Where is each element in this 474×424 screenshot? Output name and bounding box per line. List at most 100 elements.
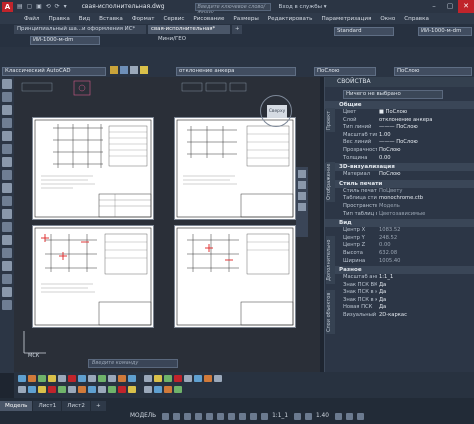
units-icon[interactable] <box>305 412 313 420</box>
cloud-tool-icon[interactable] <box>2 157 12 167</box>
lineweight-icon[interactable] <box>228 412 236 420</box>
hatch-tool-icon[interactable] <box>2 235 12 245</box>
tool-icon[interactable] <box>174 375 182 382</box>
text-style-combo[interactable]: Standard <box>334 27 394 36</box>
point-tool-icon[interactable] <box>2 222 12 232</box>
workspace-combo[interactable]: Классический AutoCAD <box>2 67 106 76</box>
viewcube-top-face[interactable]: Сверху <box>267 105 287 118</box>
tool-icon[interactable] <box>58 375 66 382</box>
tool-icon[interactable] <box>174 386 182 393</box>
prop-row[interactable]: Стиль печати ПоЦвету <box>325 188 474 196</box>
palette-tab-project[interactable]: Проект <box>326 108 335 132</box>
add-layout-button[interactable]: + <box>90 401 106 411</box>
block-insert-icon[interactable] <box>2 196 12 206</box>
prop-row[interactable]: Слой отклонение анкера <box>325 117 474 125</box>
search-input[interactable]: Введите ключевое слово/фразу <box>194 2 271 16</box>
layer-freeze-icon[interactable] <box>120 66 128 74</box>
tool-icon[interactable] <box>108 386 116 393</box>
menu-dimension[interactable]: Размеры <box>233 16 258 22</box>
dimension-tool-icon[interactable] <box>2 300 12 310</box>
section-3d-visualization[interactable]: 3D-визуализация <box>325 163 474 172</box>
menu-view[interactable]: Вид <box>79 16 90 22</box>
tool-icon[interactable] <box>68 386 76 393</box>
tool-icon[interactable] <box>118 375 126 382</box>
tool-icon[interactable] <box>98 386 106 393</box>
fullscreen-icon[interactable] <box>345 412 353 420</box>
quick-access-toolbar[interactable]: ▤ ▢ ▣ ⟲ ⟳ ▾ <box>17 3 68 10</box>
tool-icon[interactable] <box>68 375 76 382</box>
tool-icon[interactable] <box>28 375 36 382</box>
prop-row[interactable]: Пространство...Модель <box>325 203 474 211</box>
menu-draw[interactable]: Рисование <box>193 16 224 22</box>
mini-geo-label[interactable]: Мини/ГЕО <box>158 36 186 42</box>
palette-tab-extra[interactable]: Дополнительно <box>326 236 335 284</box>
tool-icon[interactable] <box>48 375 56 382</box>
tool-icon[interactable] <box>194 375 202 382</box>
ortho-icon[interactable] <box>184 412 192 420</box>
prop-row[interactable]: Высота 632.08 <box>325 250 474 258</box>
spline-tool-icon[interactable] <box>2 170 12 180</box>
selection-combo[interactable]: Ничего не выбрано <box>343 90 443 99</box>
color-combo[interactable]: ПоСлою <box>314 67 376 76</box>
layer-manager-icon[interactable] <box>110 66 118 74</box>
prop-row[interactable]: Новая ПСК Да <box>325 304 474 312</box>
palette-tab-display[interactable]: Отображение <box>326 162 335 202</box>
gradient-tool-icon[interactable] <box>2 248 12 258</box>
tool-icon[interactable] <box>58 386 66 393</box>
tool-icon[interactable] <box>78 386 86 393</box>
polar-icon[interactable] <box>195 412 203 420</box>
rectangle-tool-icon[interactable] <box>2 118 12 128</box>
grid-icon[interactable] <box>162 412 170 420</box>
tab-layout-2[interactable]: Лист2 <box>62 401 90 411</box>
app-menu-icon[interactable]: A <box>2 1 13 12</box>
menu-insert[interactable]: Вставка <box>99 16 123 22</box>
prop-row[interactable]: Визуальный ст...2D-каркас <box>325 312 474 320</box>
prop-row[interactable]: Тип линий ——— ПоСлою <box>325 124 474 132</box>
zoom-icon[interactable] <box>298 181 306 189</box>
tool-icon[interactable] <box>128 386 136 393</box>
orbit-icon[interactable] <box>298 192 306 200</box>
close-button[interactable]: ✕ <box>458 0 474 13</box>
tool-icon[interactable] <box>184 375 192 382</box>
prop-row[interactable]: Материал ПоСлою <box>325 171 474 179</box>
minimize-button[interactable]: – <box>426 0 442 13</box>
mtext-tool-icon[interactable] <box>2 287 12 297</box>
prop-row[interactable]: Масштаб тип...1.00 <box>325 132 474 140</box>
prop-row[interactable]: Знак ПСК в на...Да <box>325 289 474 297</box>
tool-icon[interactable] <box>98 375 106 382</box>
tool-icon[interactable] <box>214 375 222 382</box>
tool-icon[interactable] <box>18 375 26 382</box>
prop-row[interactable]: Масштаб анно...1:1_1 <box>325 274 474 282</box>
prop-row[interactable]: Тип таблиц печ...Цветозависимые <box>325 211 474 219</box>
tool-icon[interactable] <box>164 375 172 382</box>
menu-file[interactable]: Файл <box>24 16 39 22</box>
annotation-scale[interactable]: 1:1_1 <box>272 413 288 419</box>
section-general[interactable]: Общие <box>325 101 474 109</box>
drawing-area[interactable]: Сверху МСК Введите команду <box>14 77 320 373</box>
layer-combo[interactable]: отклонение анкера <box>176 67 296 76</box>
tool-icon[interactable] <box>164 386 172 393</box>
layer-lock-icon[interactable] <box>130 66 138 74</box>
workspace-icon[interactable] <box>294 412 302 420</box>
showmotion-icon[interactable] <box>298 203 306 211</box>
block-make-icon[interactable] <box>2 209 12 219</box>
isolate-icon[interactable] <box>334 412 342 420</box>
tool-icon[interactable] <box>28 386 36 393</box>
tool-icon[interactable] <box>88 375 96 382</box>
ellipse-tool-icon[interactable] <box>2 183 12 193</box>
tool-icon[interactable] <box>48 386 56 393</box>
model-space-toggle[interactable]: МОДЕЛЬ <box>130 413 156 419</box>
layer-on-icon[interactable] <box>140 66 148 74</box>
tool-icon[interactable] <box>144 375 152 382</box>
prop-row[interactable]: Центр Z 0.00 <box>325 242 474 250</box>
prop-row[interactable]: Толщина 0.00 <box>325 155 474 163</box>
tool-icon[interactable] <box>18 386 26 393</box>
prop-row[interactable]: Знак ПСК в ка...Да <box>325 297 474 305</box>
menu-tools[interactable]: Сервис <box>164 16 185 22</box>
viewcube[interactable]: Сверху <box>260 95 292 127</box>
maximize-button[interactable]: ▢ <box>442 0 458 13</box>
annotation-visibility-icon[interactable] <box>261 412 269 420</box>
snap-icon[interactable] <box>173 412 181 420</box>
arc-tool-icon[interactable] <box>2 131 12 141</box>
prop-row[interactable]: Знак ПСК ВКЛДа <box>325 282 474 290</box>
